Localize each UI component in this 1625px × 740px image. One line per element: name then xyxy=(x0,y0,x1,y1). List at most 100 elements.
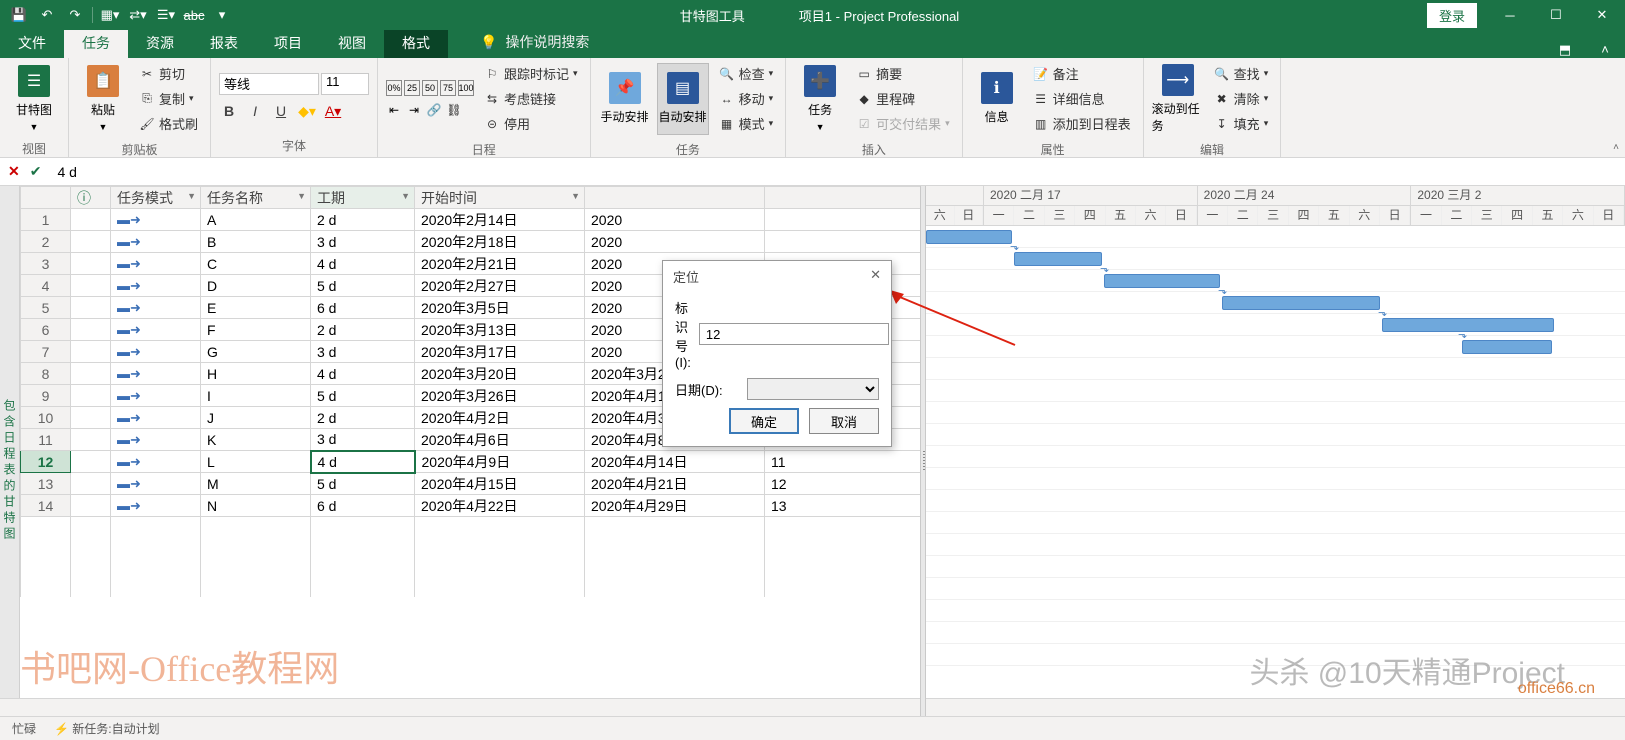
fill-color-button[interactable]: ◆▾ xyxy=(297,103,317,120)
copy-button[interactable]: ⎘复制▾ xyxy=(135,87,202,110)
name-cell[interactable]: B xyxy=(201,231,311,253)
row-header[interactable]: 10 xyxy=(21,407,71,429)
extra-cell[interactable]: 12 xyxy=(765,473,925,495)
info-cell[interactable] xyxy=(71,319,111,341)
mode-cell[interactable]: ▬➜ xyxy=(111,341,201,363)
gantt-bar[interactable] xyxy=(926,230,1012,244)
qat-link-icon[interactable]: ⇄▾ xyxy=(127,4,149,26)
end-cell[interactable]: 2020 xyxy=(585,209,765,231)
paste-button[interactable]: 📋 粘贴▼ xyxy=(77,63,129,135)
manual-schedule-button[interactable]: 📌 手动安排 xyxy=(599,63,651,135)
name-cell[interactable]: L xyxy=(201,451,311,473)
col-header-start[interactable]: 开始时间▼ xyxy=(415,187,585,209)
end-cell[interactable]: 2020年4月29日 xyxy=(585,495,765,517)
info-cell[interactable] xyxy=(71,495,111,517)
tab-task[interactable]: 任务 xyxy=(64,27,128,58)
start-cell[interactable]: 2020年2月18日 xyxy=(415,231,585,253)
name-cell[interactable]: K xyxy=(201,429,311,451)
duration-cell[interactable]: 5 d xyxy=(311,473,415,495)
info-cell[interactable] xyxy=(71,275,111,297)
mode-cell[interactable]: ▬➜ xyxy=(111,209,201,231)
row-header[interactable]: 11 xyxy=(21,429,71,451)
row-header[interactable]: 13 xyxy=(21,473,71,495)
inspect-button[interactable]: 🔍检查▾ xyxy=(715,62,778,85)
gantt-bar[interactable] xyxy=(1382,318,1554,332)
row-header[interactable]: 8 xyxy=(21,363,71,385)
pct75-icon[interactable]: 75 xyxy=(440,80,456,96)
name-cell[interactable]: A xyxy=(201,209,311,231)
format-painter-button[interactable]: 🖌格式刷 xyxy=(135,112,202,135)
duration-cell[interactable]: 5 d xyxy=(311,385,415,407)
fill-button[interactable]: ↧填充▾ xyxy=(1210,112,1273,135)
status-newtask[interactable]: ⚡ 新任务:自动计划 xyxy=(54,720,160,737)
name-cell[interactable]: F xyxy=(201,319,311,341)
pct50-icon[interactable]: 50 xyxy=(422,80,438,96)
info-cell[interactable] xyxy=(71,297,111,319)
gantt-bar[interactable] xyxy=(1222,296,1380,310)
info-cell[interactable] xyxy=(71,407,111,429)
mode-cell[interactable]: ▬➜ xyxy=(111,495,201,517)
summary-button[interactable]: ▭摘要 xyxy=(852,62,954,85)
mode-cell[interactable]: ▬➜ xyxy=(111,473,201,495)
info-cell[interactable] xyxy=(71,363,111,385)
row-header[interactable]: 14 xyxy=(21,495,71,517)
ribbon-display-icon[interactable]: ⬒ xyxy=(1545,42,1585,58)
col-header-mode[interactable]: 任务模式▼ xyxy=(111,187,201,209)
font-color-button[interactable]: A▾ xyxy=(323,103,343,120)
col-header-duration[interactable]: 工期▼ xyxy=(311,187,415,209)
collapse-ribbon-icon[interactable]: ˄ xyxy=(1585,42,1625,58)
qat-more-icon[interactable]: ▾ xyxy=(211,4,233,26)
mode-cell[interactable]: ▬➜ xyxy=(111,275,201,297)
unlink-icon[interactable]: ⛓ xyxy=(446,102,462,118)
row-header[interactable]: 4 xyxy=(21,275,71,297)
info-cell[interactable] xyxy=(71,385,111,407)
row-header[interactable]: 7 xyxy=(21,341,71,363)
name-cell[interactable]: J xyxy=(201,407,311,429)
cut-button[interactable]: ✂剪切 xyxy=(135,62,202,85)
extra-cell[interactable] xyxy=(765,231,925,253)
mode-cell[interactable]: ▬➜ xyxy=(111,385,201,407)
new-task-button[interactable]: ➕ 任务▼ xyxy=(794,63,846,135)
start-cell[interactable]: 2020年2月27日 xyxy=(415,275,585,297)
row-header[interactable]: 12 xyxy=(21,451,71,473)
col-header-name[interactable]: 任务名称▼ xyxy=(201,187,311,209)
duration-cell[interactable]: 5 d xyxy=(311,275,415,297)
name-cell[interactable]: C xyxy=(201,253,311,275)
gantt-horizontal-scrollbar[interactable] xyxy=(926,698,1625,716)
tab-file[interactable]: 文件 xyxy=(0,27,64,58)
name-cell[interactable]: N xyxy=(201,495,311,517)
mode-cell[interactable]: ▬➜ xyxy=(111,363,201,385)
cancel-edit-icon[interactable]: ✕ xyxy=(8,163,20,180)
date-select[interactable] xyxy=(747,378,879,400)
info-cell[interactable] xyxy=(71,341,111,363)
qat-strike-icon[interactable]: abc xyxy=(183,4,205,26)
info-cell[interactable] xyxy=(71,473,111,495)
end-cell[interactable]: 2020年4月14日 xyxy=(585,451,765,473)
name-cell[interactable]: I xyxy=(201,385,311,407)
redo-icon[interactable]: ↷ xyxy=(64,4,86,26)
pct25-icon[interactable]: 25 xyxy=(404,80,420,96)
minimize-button[interactable]: ─ xyxy=(1487,0,1533,30)
pct100-icon[interactable]: 100 xyxy=(458,80,474,96)
gantt-bar[interactable] xyxy=(1462,340,1552,354)
name-cell[interactable]: D xyxy=(201,275,311,297)
add-timeline-button[interactable]: ▥添加到日程表 xyxy=(1029,112,1135,135)
start-cell[interactable]: 2020年4月6日 xyxy=(415,429,585,451)
qat-table-icon[interactable]: ▦▾ xyxy=(99,4,121,26)
col-header-extra[interactable] xyxy=(765,187,925,209)
mode-cell[interactable]: ▬➜ xyxy=(111,297,201,319)
extra-cell[interactable]: 11 xyxy=(765,451,925,473)
info-cell[interactable] xyxy=(71,451,111,473)
mode-cell[interactable]: ▬➜ xyxy=(111,253,201,275)
details-button[interactable]: ☰详细信息 xyxy=(1029,87,1135,110)
bold-button[interactable]: B xyxy=(219,103,239,120)
name-cell[interactable]: H xyxy=(201,363,311,385)
start-cell[interactable]: 2020年4月2日 xyxy=(415,407,585,429)
move-button[interactable]: ↔移动▾ xyxy=(715,87,778,110)
name-cell[interactable]: G xyxy=(201,341,311,363)
info-cell[interactable] xyxy=(71,429,111,451)
link-icon[interactable]: 🔗 xyxy=(426,102,442,118)
duration-cell[interactable]: 4 d xyxy=(311,451,415,473)
end-cell[interactable]: 2020年4月21日 xyxy=(585,473,765,495)
row-header[interactable]: 1 xyxy=(21,209,71,231)
